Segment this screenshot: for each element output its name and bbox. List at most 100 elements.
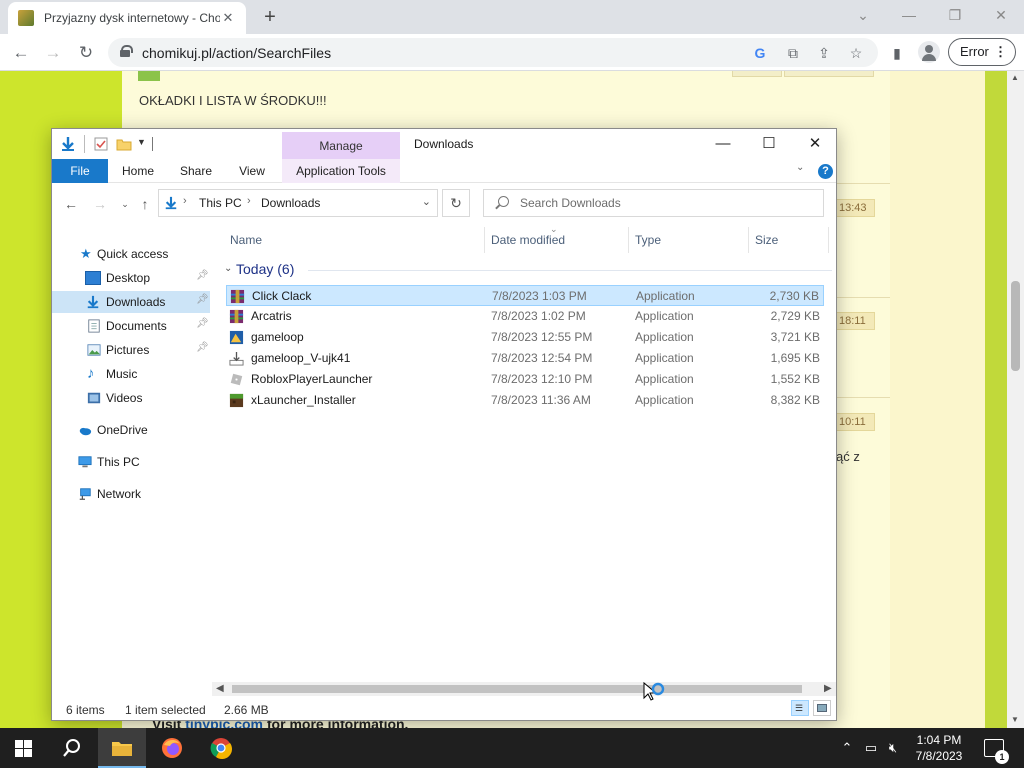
group-header-today[interactable]: ⌄ Today (6) xyxy=(224,260,832,280)
tab-home[interactable]: Home xyxy=(114,159,162,183)
nav-network[interactable]: Network xyxy=(52,483,210,505)
tab-application-tools[interactable]: Application Tools xyxy=(282,159,400,183)
taskbar-chrome[interactable] xyxy=(197,728,245,768)
new-folder-icon[interactable] xyxy=(116,136,132,152)
back-button[interactable]: ← xyxy=(8,40,34,66)
taskbar-search-button[interactable] xyxy=(48,728,96,768)
show-hidden-icons-chevron-icon[interactable]: ⌃ xyxy=(838,740,856,756)
up-arrow-icon[interactable]: ↑ xyxy=(135,194,155,214)
breadcrumb-this-pc[interactable]: This PC xyxy=(199,196,242,210)
nav-item-videos[interactable]: Videos xyxy=(52,387,210,409)
horizontal-scrollbar[interactable]: ◀ ▶ xyxy=(212,682,836,696)
google-lens-icon[interactable]: G xyxy=(750,43,770,63)
file-row[interactable]: gameloop 7/8/2023 12:55 PM Application 3… xyxy=(226,327,824,348)
network-tray-icon[interactable]: ▭ xyxy=(862,740,880,756)
bookmark-star-icon[interactable]: ☆ xyxy=(846,43,866,63)
reload-button[interactable]: ↻ xyxy=(73,40,99,66)
scroll-up-arrow-icon[interactable]: ▲ xyxy=(1011,73,1019,82)
lock-icon[interactable] xyxy=(120,45,133,57)
maximize-button[interactable]: ☐ xyxy=(746,129,792,159)
column-divider[interactable] xyxy=(748,227,749,253)
nav-item-desktop[interactable]: Desktop 📌︎ xyxy=(52,267,210,289)
breadcrumb-downloads[interactable]: Downloads xyxy=(261,196,320,210)
file-row[interactable]: RobloxPlayerLauncher 7/8/2023 12:10 PM A… xyxy=(226,369,824,390)
file-date: 7/8/2023 12:55 PM xyxy=(491,330,593,344)
properties-icon[interactable] xyxy=(93,136,109,152)
pin-icon[interactable]: 📌︎ xyxy=(196,318,209,329)
back-arrow-icon[interactable]: ← xyxy=(61,194,81,214)
large-icons-view-button[interactable] xyxy=(813,700,831,716)
page-button-stub[interactable] xyxy=(732,71,782,77)
explorer-title-bar[interactable]: ▼ Manage Downloads — ☐ ✕ xyxy=(52,129,836,159)
file-row[interactable]: xLauncher_Installer 7/8/2023 11:36 AM Ap… xyxy=(226,390,824,411)
file-row[interactable]: gameloop_V-ujk41 7/8/2023 12:54 PM Appli… xyxy=(226,348,824,369)
new-tab-button[interactable]: + xyxy=(260,6,280,28)
tab-search-chevron-icon[interactable]: ⌄ xyxy=(848,4,878,26)
browser-tab[interactable]: Przyjazny dysk internetowy - Chomikuj.pl… xyxy=(8,2,246,34)
breadcrumb-chevron-icon[interactable]: › xyxy=(183,195,187,207)
tab-file[interactable]: File xyxy=(52,159,108,183)
column-divider[interactable] xyxy=(628,227,629,253)
column-header-type[interactable]: Type xyxy=(635,233,661,247)
search-input[interactable] xyxy=(520,193,810,213)
collapse-chevron-icon[interactable]: ⌄ xyxy=(224,263,232,274)
error-button[interactable]: Error ⋮ xyxy=(948,38,1016,66)
forward-button[interactable]: → xyxy=(40,40,66,66)
search-box[interactable] xyxy=(483,189,824,217)
taskbar-file-explorer[interactable] xyxy=(98,728,146,768)
column-header-name[interactable]: Name xyxy=(230,233,262,247)
minimize-button[interactable]: — xyxy=(700,129,746,159)
breadcrumb-chevron-icon[interactable]: › xyxy=(247,195,251,207)
column-divider[interactable] xyxy=(828,227,829,253)
time-tag: 13:43 xyxy=(835,199,875,217)
file-explorer-window: ▼ Manage Downloads — ☐ ✕ File Home Share… xyxy=(51,128,837,721)
column-header-size[interactable]: Size xyxy=(755,233,778,247)
nav-onedrive[interactable]: OneDrive xyxy=(52,419,210,441)
scroll-left-arrow-icon[interactable]: ◀ xyxy=(216,682,224,696)
file-row[interactable]: Arcatris 7/8/2023 1:02 PM Application 2,… xyxy=(226,306,824,327)
nav-item-downloads[interactable]: Downloads 📌︎ xyxy=(52,291,210,313)
nav-item-documents[interactable]: Documents 📌︎ xyxy=(52,315,210,337)
expand-ribbon-chevron-icon[interactable]: ⌄ xyxy=(796,162,804,173)
tab-view[interactable]: View xyxy=(228,159,276,183)
close-button[interactable]: ✕ xyxy=(792,129,836,159)
page-scroll-thumb[interactable] xyxy=(1011,281,1020,371)
manage-contextual-tab[interactable]: Manage xyxy=(282,132,400,159)
tab-close-icon[interactable]: ✕ xyxy=(220,10,236,26)
page-button-stub[interactable] xyxy=(784,71,874,77)
taskbar-firefox[interactable] xyxy=(148,728,196,768)
customize-qat-chevron-icon[interactable]: ▼ xyxy=(137,137,146,147)
scroll-right-arrow-icon[interactable]: ▶ xyxy=(824,682,832,696)
address-bar[interactable]: chomikuj.pl/action/SearchFiles G ⧉ ⇪ ☆ xyxy=(108,38,878,67)
translate-icon[interactable]: ⧉ xyxy=(783,43,803,63)
column-header-date[interactable]: Date modified xyxy=(491,233,565,247)
scroll-down-arrow-icon[interactable]: ▼ xyxy=(1011,715,1019,724)
nav-this-pc[interactable]: This PC xyxy=(52,451,210,473)
profile-avatar-icon[interactable] xyxy=(918,41,940,63)
forward-arrow-icon[interactable]: → xyxy=(90,194,110,214)
start-button[interactable] xyxy=(0,728,48,768)
system-clock[interactable]: 1:04 PM 7/8/2023 xyxy=(900,732,978,764)
pin-icon[interactable]: 📌︎ xyxy=(196,294,209,305)
tab-share[interactable]: Share xyxy=(172,159,220,183)
share-icon[interactable]: ⇪ xyxy=(814,43,834,63)
address-dropdown-chevron-icon[interactable]: ⌄ xyxy=(422,195,431,208)
nav-item-pictures[interactable]: Pictures 📌︎ xyxy=(52,339,210,361)
address-bar[interactable]: › This PC › Downloads ⌄ xyxy=(158,189,438,217)
side-panel-icon[interactable]: ▮ xyxy=(886,42,908,64)
nav-quick-access[interactable]: ★ Quick access xyxy=(52,243,210,265)
pin-icon[interactable]: 📌︎ xyxy=(196,342,209,353)
browser-minimize-button[interactable]: — xyxy=(894,4,924,26)
recent-locations-chevron-icon[interactable]: ⌄ xyxy=(115,194,135,214)
nav-item-music[interactable]: ♪ Music xyxy=(52,363,210,385)
column-divider[interactable] xyxy=(484,227,485,253)
help-icon[interactable]: ? xyxy=(818,164,833,179)
browser-restore-button[interactable]: ❐ xyxy=(940,4,970,26)
pin-icon[interactable]: 📌︎ xyxy=(196,270,209,281)
details-view-button[interactable]: ☰ xyxy=(791,700,809,716)
horizontal-scroll-thumb[interactable] xyxy=(232,685,802,693)
page-scrollbar[interactable]: ▲ ▼ xyxy=(1007,71,1024,728)
refresh-button[interactable]: ↻ xyxy=(442,189,470,217)
browser-close-button[interactable]: ✕ xyxy=(986,4,1016,26)
file-row[interactable]: Click Clack 7/8/2023 1:03 PM Application… xyxy=(226,285,824,306)
